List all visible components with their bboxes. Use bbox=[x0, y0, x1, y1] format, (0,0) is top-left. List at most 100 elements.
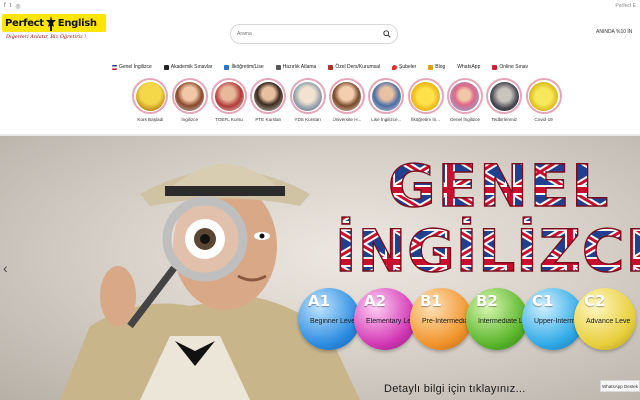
story-thumbnail bbox=[450, 81, 480, 111]
instagram-icon[interactable]: ◎ bbox=[15, 3, 20, 10]
story-label: PTE Kursları bbox=[255, 117, 282, 122]
story-ring bbox=[289, 78, 326, 114]
level-name: Elementary Level bbox=[366, 318, 410, 325]
story-item-universite[interactable]: Üniversite H... bbox=[328, 78, 366, 134]
story-ring bbox=[132, 78, 169, 114]
pencil-icon bbox=[428, 64, 434, 70]
menu-item-ilkogretim-lise[interactable]: İlköğretim/Lise bbox=[224, 64, 264, 70]
level-code: B2 bbox=[476, 292, 498, 310]
site-header: Perfect English Diğerleri Anlatır, Biz Ö… bbox=[0, 12, 640, 58]
story-item-tedbirlerimiz[interactable]: Tedbirlerimiz bbox=[486, 78, 523, 134]
logo-brand-right: English bbox=[57, 17, 97, 29]
level-badge-a2[interactable]: A2 Elementary Level bbox=[354, 288, 416, 350]
story-label: Üniversite H... bbox=[332, 117, 362, 122]
story-thumbnail bbox=[253, 81, 283, 111]
site-logo[interactable]: Perfect English Diğerleri Anlatır, Biz Ö… bbox=[2, 14, 106, 54]
search-bar[interactable] bbox=[230, 24, 398, 44]
level-badge-b2[interactable]: B2 Intermediate Level bbox=[466, 288, 528, 350]
story-ring bbox=[250, 78, 287, 114]
twitter-icon[interactable]: t bbox=[10, 3, 12, 10]
level-name: Advance Level bbox=[586, 318, 630, 325]
book-icon bbox=[224, 64, 230, 70]
main-menu: Genel İngilizce Akademik Sınavlar İlköğr… bbox=[0, 60, 640, 74]
logo-wordmark: Perfect English bbox=[2, 14, 106, 32]
menu-label: Hazırlık Atlama bbox=[282, 64, 317, 70]
story-item-lise[interactable]: Lise İngilizce... bbox=[368, 78, 405, 134]
story-label: Genel İngilizce bbox=[449, 117, 480, 122]
menu-item-whatsapp[interactable]: WhatsApp bbox=[457, 64, 480, 70]
pin-icon bbox=[392, 64, 398, 70]
menu-label: Özel Ders/Kurumsal bbox=[335, 64, 381, 70]
clipboard-icon bbox=[492, 64, 498, 70]
headline-graphic: GENEL İNGİLİZCE bbox=[334, 151, 640, 285]
hero-slider[interactable]: GENEL İNGİLİZCE ‹ A1 Beginner Level A2 E… bbox=[0, 136, 640, 400]
level-name: Intermediate Level bbox=[478, 318, 522, 325]
top-bar: f t ◎ Perfect E bbox=[0, 0, 640, 12]
story-label: Kurs Başladı bbox=[137, 117, 164, 122]
level-code: A2 bbox=[364, 292, 387, 310]
headline-line1: GENEL bbox=[388, 152, 610, 220]
promo-text[interactable]: ANINDA %10 İN bbox=[596, 29, 632, 35]
story-label: İlköğretim İn... bbox=[411, 117, 441, 122]
story-ring bbox=[171, 78, 208, 114]
story-label: Covid-19 bbox=[534, 117, 553, 122]
uk-flag-icon bbox=[111, 64, 117, 70]
level-badge-c2[interactable]: C2 Advance Level bbox=[574, 288, 636, 350]
story-thumbnail bbox=[175, 81, 205, 111]
story-thumbnail bbox=[489, 81, 519, 111]
menu-label: İlköğretim/Lise bbox=[231, 64, 264, 70]
logo-tagline: Diğerleri Anlatır, Biz Öğretiriz ! bbox=[6, 34, 87, 40]
story-thumbnail bbox=[214, 81, 244, 111]
story-item-pte[interactable]: PTE Kursları bbox=[250, 78, 287, 134]
menu-item-akademik-sinavlar[interactable]: Akademik Sınavlar bbox=[163, 64, 212, 70]
facebook-icon[interactable]: f bbox=[4, 3, 6, 10]
story-highlights: Kurs Başladı İngilizce TOEFL Kursu PTE K… bbox=[132, 78, 562, 134]
level-name: Pre-Intermediate Level bbox=[422, 318, 466, 325]
menu-item-subeler[interactable]: Şubeler bbox=[392, 64, 416, 70]
story-label: TOEFL Kursu bbox=[215, 117, 243, 122]
story-ring bbox=[525, 78, 562, 114]
briefcase-icon bbox=[328, 64, 334, 70]
level-badge-a1[interactable]: A1 Beginner Level bbox=[298, 288, 360, 350]
menu-label: Blog bbox=[435, 64, 446, 70]
story-thumbnail bbox=[135, 81, 165, 111]
whatsapp-support-tab[interactable]: WhatsApp Destek bbox=[600, 380, 640, 392]
story-thumbnail bbox=[332, 81, 362, 111]
search-icon[interactable] bbox=[383, 30, 391, 38]
level-code: C1 bbox=[532, 292, 554, 310]
menu-label: Online Sınav bbox=[499, 64, 529, 70]
story-thumbnail bbox=[529, 81, 559, 111]
menu-item-ozel-ders[interactable]: Özel Ders/Kurumsal bbox=[328, 64, 380, 70]
level-badge-b1[interactable]: B1 Pre-Intermediate Level bbox=[410, 288, 472, 350]
story-thumbnail bbox=[293, 81, 323, 111]
story-item-ingilizce[interactable]: İngilizce bbox=[171, 78, 208, 134]
social-links: f t ◎ bbox=[4, 3, 21, 10]
search-input[interactable] bbox=[237, 31, 367, 37]
menu-item-blog[interactable]: Blog bbox=[428, 64, 445, 70]
carousel-prev-arrow[interactable]: ‹ bbox=[3, 260, 13, 276]
plane-icon bbox=[275, 64, 281, 70]
menu-item-online-sinav[interactable]: Online Sınav bbox=[492, 64, 528, 70]
headline-line2: İNGİLİZCE bbox=[335, 216, 640, 285]
story-ring bbox=[211, 78, 248, 114]
level-code: A1 bbox=[308, 292, 331, 310]
menu-item-hazirlik-atlama[interactable]: Hazırlık Atlama bbox=[275, 64, 317, 70]
story-item-yds[interactable]: YDS Kursları bbox=[289, 78, 326, 134]
story-item-toefl[interactable]: TOEFL Kursu bbox=[211, 78, 248, 134]
story-item-genel-ingilizce[interactable]: Genel İngilizce bbox=[446, 78, 484, 134]
story-ring bbox=[368, 78, 405, 114]
level-name: Beginner Level bbox=[310, 318, 354, 325]
hero-cta-link[interactable]: Detaylı bilgi için tıklayınız... bbox=[384, 383, 526, 395]
logo-brand-left: Perfect bbox=[5, 17, 44, 29]
story-item-ilkogretim[interactable]: İlköğretim İn... bbox=[407, 78, 444, 134]
graduation-cap-icon bbox=[163, 64, 169, 70]
story-thumbnail bbox=[411, 81, 441, 111]
story-item-covid[interactable]: Covid-19 bbox=[525, 78, 562, 134]
story-ring bbox=[486, 78, 523, 114]
menu-label: WhatsApp bbox=[457, 64, 481, 70]
level-name: Upper-Intermediate Level bbox=[534, 318, 578, 325]
level-code: C2 bbox=[584, 292, 606, 310]
story-item-kurs-basladi[interactable]: Kurs Başladı bbox=[132, 78, 169, 134]
menu-item-genel-ingilizce[interactable]: Genel İngilizce bbox=[111, 64, 152, 70]
story-ring bbox=[328, 78, 365, 114]
